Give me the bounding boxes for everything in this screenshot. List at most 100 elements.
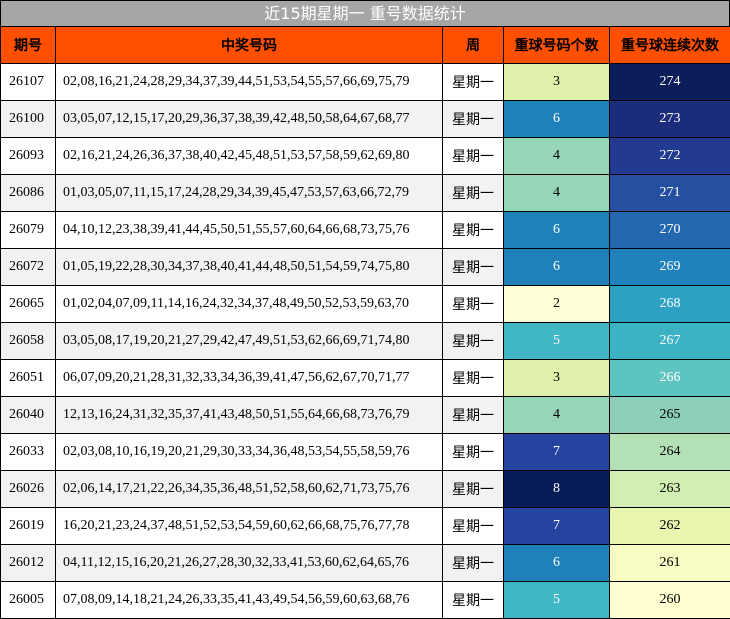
period-cell: 26033 — [0, 433, 56, 471]
period-cell: 26100 — [0, 100, 56, 138]
table-row: 26026 02,06,14,17,21,22,26,34,35,36,48,51… — [0, 470, 730, 508]
header-streak: 重号球连续次数 — [609, 26, 730, 64]
repeat-count-cell: 2 — [503, 285, 610, 323]
table-row: 26107 02,08,16,21,24,28,29,34,37,39,44,51… — [0, 63, 730, 101]
streak-count-cell: 273 — [609, 100, 730, 138]
header-period: 期号 — [0, 26, 56, 64]
winning-numbers-cell: 01,05,19,22,28,30,34,37,38,40,41,44,48,5… — [55, 248, 443, 286]
table-row: 26051 06,07,09,20,21,28,31,32,33,34,36,39… — [0, 359, 730, 397]
streak-count-cell: 262 — [609, 507, 730, 545]
weekday-cell: 星期一 — [442, 322, 504, 360]
streak-count-cell: 266 — [609, 359, 730, 397]
streak-count-cell: 271 — [609, 174, 730, 212]
period-cell: 26072 — [0, 248, 56, 286]
weekday-cell: 星期一 — [442, 433, 504, 471]
table-row: 26093 02,16,21,24,26,36,37,38,40,42,45,48… — [0, 137, 730, 175]
weekday-cell: 星期一 — [442, 507, 504, 545]
weekday-cell: 星期一 — [442, 359, 504, 397]
repeat-count-cell: 7 — [503, 433, 610, 471]
weekday-cell: 星期一 — [442, 174, 504, 212]
period-cell: 26026 — [0, 470, 56, 508]
streak-count-cell: 264 — [609, 433, 730, 471]
repeat-count-cell: 8 — [503, 470, 610, 508]
winning-numbers-cell: 12,13,16,24,31,32,35,37,41,43,48,50,51,5… — [55, 396, 443, 434]
table-row: 26040 12,13,16,24,31,32,35,37,41,43,48,50… — [0, 396, 730, 434]
header-row: 期号 中奖号码 周 重球号码个数 重号球连续次数 — [0, 26, 730, 64]
streak-count-cell: 263 — [609, 470, 730, 508]
repeat-count-cell: 4 — [503, 396, 610, 434]
table-row: 26033 02,03,08,10,16,19,20,21,29,30,33,34… — [0, 433, 730, 471]
table-row: 26100 03,05,07,12,15,17,20,29,36,37,38,39… — [0, 100, 730, 138]
winning-numbers-cell: 02,08,16,21,24,28,29,34,37,39,44,51,53,5… — [55, 63, 443, 101]
streak-count-cell: 265 — [609, 396, 730, 434]
winning-numbers-cell: 07,08,09,14,18,21,24,26,33,35,41,43,49,5… — [55, 581, 443, 619]
streak-count-cell: 274 — [609, 63, 730, 101]
weekday-cell: 星期一 — [442, 63, 504, 101]
streak-count-cell: 270 — [609, 211, 730, 249]
table-row: 26086 01,03,05,07,11,15,17,24,28,29,34,39… — [0, 174, 730, 212]
winning-numbers-cell: 06,07,09,20,21,28,31,32,33,34,36,39,41,4… — [55, 359, 443, 397]
period-cell: 26079 — [0, 211, 56, 249]
streak-count-cell: 269 — [609, 248, 730, 286]
repeat-count-cell: 5 — [503, 581, 610, 619]
period-cell: 26093 — [0, 137, 56, 175]
winning-numbers-cell: 03,05,08,17,19,20,21,27,29,42,47,49,51,5… — [55, 322, 443, 360]
repeat-count-cell: 6 — [503, 544, 610, 582]
weekday-cell: 星期一 — [442, 470, 504, 508]
weekday-cell: 星期一 — [442, 396, 504, 434]
period-cell: 26005 — [0, 581, 56, 619]
period-cell: 26051 — [0, 359, 56, 397]
repeat-count-cell: 4 — [503, 174, 610, 212]
streak-count-cell: 260 — [609, 581, 730, 619]
weekday-cell: 星期一 — [442, 100, 504, 138]
winning-numbers-cell: 04,11,12,15,16,20,21,26,27,28,30,32,33,4… — [55, 544, 443, 582]
period-cell: 26012 — [0, 544, 56, 582]
header-week: 周 — [442, 26, 504, 64]
table-row: 26005 07,08,09,14,18,21,24,26,33,35,41,43… — [0, 581, 730, 619]
table-body: 26107 02,08,16,21,24,28,29,34,37,39,44,51… — [0, 63, 730, 619]
table-row: 26079 04,10,12,23,38,39,41,44,45,50,51,55… — [0, 211, 730, 249]
repeat-number-table: 期号 中奖号码 周 重球号码个数 重号球连续次数 26107 02,08,16,2… — [0, 26, 730, 619]
winning-numbers-cell: 02,06,14,17,21,22,26,34,35,36,48,51,52,5… — [55, 470, 443, 508]
repeat-count-cell: 6 — [503, 211, 610, 249]
weekday-cell: 星期一 — [442, 581, 504, 619]
table-row: 26065 01,02,04,07,09,11,14,16,24,32,34,37… — [0, 285, 730, 323]
period-cell: 26065 — [0, 285, 56, 323]
table-row: 26012 04,11,12,15,16,20,21,26,27,28,30,32… — [0, 544, 730, 582]
period-cell: 26058 — [0, 322, 56, 360]
period-cell: 26086 — [0, 174, 56, 212]
repeat-count-cell: 7 — [503, 507, 610, 545]
table-row: 26019 16,20,21,23,24,37,48,51,52,53,54,59… — [0, 507, 730, 545]
repeat-count-cell: 6 — [503, 100, 610, 138]
repeat-count-cell: 5 — [503, 322, 610, 360]
stats-sheet: 近15期星期一 重号数据统计 期号 中奖号码 周 重球号码个数 重号球连续次数 … — [0, 0, 730, 619]
winning-numbers-cell: 01,03,05,07,11,15,17,24,28,29,34,39,45,4… — [55, 174, 443, 212]
table-row: 26072 01,05,19,22,28,30,34,37,38,40,41,44… — [0, 248, 730, 286]
repeat-count-cell: 3 — [503, 63, 610, 101]
table-row: 26058 03,05,08,17,19,20,21,27,29,42,47,49… — [0, 322, 730, 360]
streak-count-cell: 272 — [609, 137, 730, 175]
header-repeat-count: 重球号码个数 — [503, 26, 610, 64]
winning-numbers-cell: 03,05,07,12,15,17,20,29,36,37,38,39,42,4… — [55, 100, 443, 138]
weekday-cell: 星期一 — [442, 248, 504, 286]
winning-numbers-cell: 02,03,08,10,16,19,20,21,29,30,33,34,36,4… — [55, 433, 443, 471]
streak-count-cell: 261 — [609, 544, 730, 582]
winning-numbers-cell: 02,16,21,24,26,36,37,38,40,42,45,48,51,5… — [55, 137, 443, 175]
weekday-cell: 星期一 — [442, 285, 504, 323]
winning-numbers-cell: 04,10,12,23,38,39,41,44,45,50,51,55,57,6… — [55, 211, 443, 249]
weekday-cell: 星期一 — [442, 544, 504, 582]
period-cell: 26040 — [0, 396, 56, 434]
weekday-cell: 星期一 — [442, 137, 504, 175]
streak-count-cell: 268 — [609, 285, 730, 323]
repeat-count-cell: 3 — [503, 359, 610, 397]
streak-count-cell: 267 — [609, 322, 730, 360]
period-cell: 26019 — [0, 507, 56, 545]
period-cell: 26107 — [0, 63, 56, 101]
weekday-cell: 星期一 — [442, 211, 504, 249]
repeat-count-cell: 6 — [503, 248, 610, 286]
header-numbers: 中奖号码 — [55, 26, 443, 64]
table-title: 近15期星期一 重号数据统计 — [0, 0, 730, 27]
winning-numbers-cell: 01,02,04,07,09,11,14,16,24,32,34,37,48,4… — [55, 285, 443, 323]
winning-numbers-cell: 16,20,21,23,24,37,48,51,52,53,54,59,60,6… — [55, 507, 443, 545]
repeat-count-cell: 4 — [503, 137, 610, 175]
